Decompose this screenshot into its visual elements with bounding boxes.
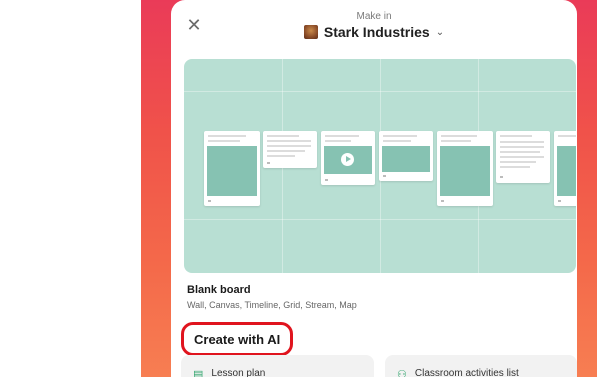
preview-grid-line [184, 219, 576, 220]
ai-tile-label: Lesson plan [211, 368, 266, 377]
play-icon [341, 153, 354, 166]
preview-post-card [554, 131, 576, 206]
preview-post-card [263, 131, 317, 168]
preview-post-card [321, 131, 375, 185]
blank-board-preview[interactable] [184, 59, 576, 273]
blank-board-title[interactable]: Blank board [187, 284, 251, 296]
workspace-selector[interactable]: Stark Industries ⌄ [171, 24, 577, 40]
make-in-label: Make in [356, 11, 392, 22]
blank-board-formats: Wall, Canvas, Timeline, Grid, Stream, Ma… [187, 300, 357, 310]
create-with-ai-heading: Create with AI [181, 322, 294, 356]
workspace-logo-icon [303, 25, 318, 39]
preview-grid-line [184, 91, 576, 92]
nodes-icon: ⚇ [397, 369, 407, 377]
workspace-name: Stark Industries [323, 24, 430, 40]
preview-post-card [437, 131, 493, 206]
ai-tile-lesson-plan[interactable]: ▤ Lesson plan [181, 355, 374, 377]
preview-post-card [379, 131, 433, 181]
document-icon: ▤ [193, 369, 204, 377]
preview-post-card [496, 131, 550, 183]
preview-post-card [204, 131, 260, 206]
ai-tile-label: Classroom activities list [414, 368, 519, 377]
create-with-ai-label: Create with AI [194, 331, 281, 347]
chevron-down-icon: ⌄ [435, 26, 445, 38]
create-board-modal: ✕ Make in Stark Industries ⌄ Blank board… [171, 0, 577, 377]
ai-tile-classroom-activities[interactable]: ⚇ Classroom activities list [385, 355, 577, 377]
